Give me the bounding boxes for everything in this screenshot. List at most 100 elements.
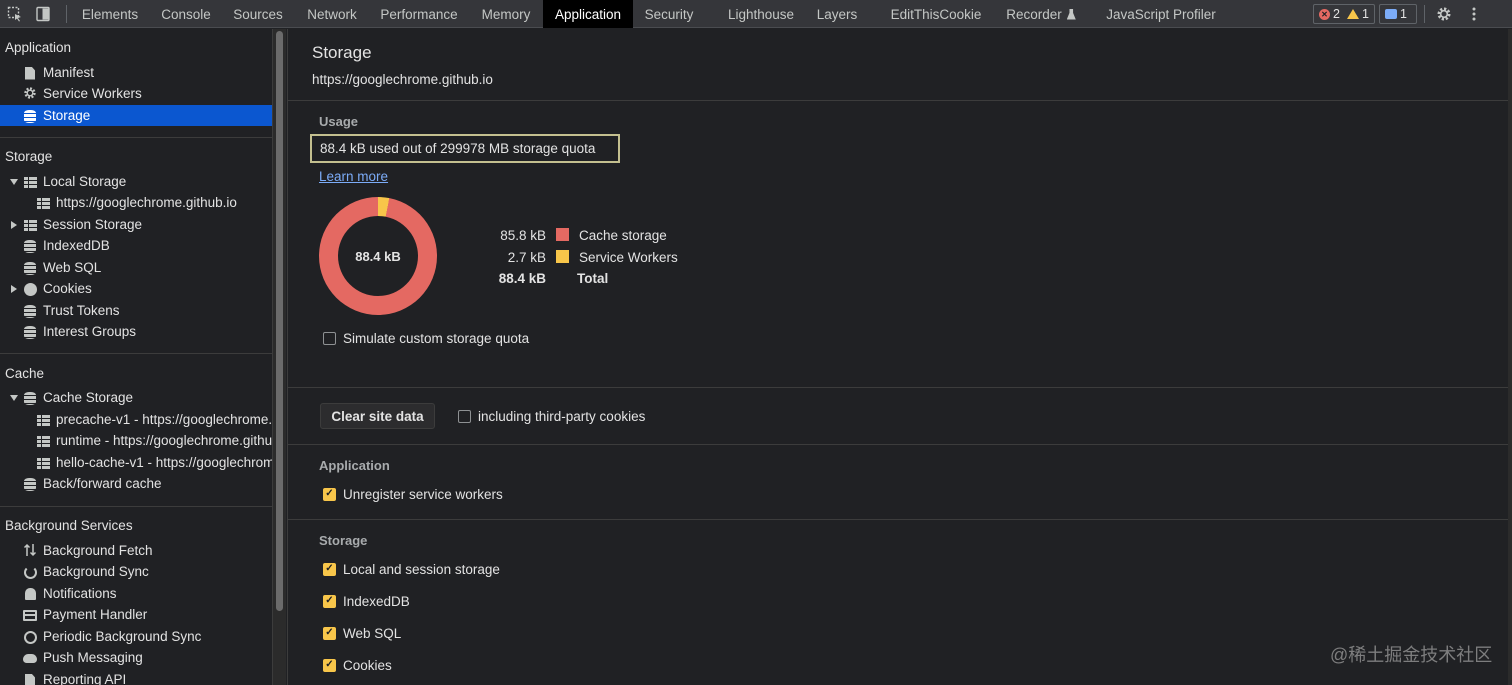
tab-memory[interactable]: Memory: [472, 0, 540, 28]
sidebar-item-label: https://googlechrome.github.io: [56, 195, 237, 210]
up-down-arrows-icon: [23, 543, 37, 557]
main-scrollbar[interactable]: [1508, 29, 1512, 685]
expand-arrow-icon[interactable]: [10, 179, 18, 185]
legend-value-cache-storage: 85.8 kB: [500, 228, 546, 243]
sidebar-item-label: Storage: [43, 108, 91, 123]
sidebar-item-background-fetch[interactable]: Background Fetch: [0, 540, 272, 561]
sidebar-item-cache-precache[interactable]: precache-v1 - https://googlechrome.g: [0, 409, 272, 430]
sidebar-item-cache-runtime[interactable]: runtime - https://googlechrome.githut: [0, 430, 272, 451]
sidebar-divider: [0, 137, 272, 138]
bell-icon: [23, 587, 37, 601]
watermark: @稀土掘金技术社区: [1330, 645, 1493, 665]
web-sql-row[interactable]: ✓ Web SQL: [323, 624, 401, 642]
sidebar-item-indexeddb[interactable]: IndexedDB: [0, 235, 272, 256]
web-sql-checkbox[interactable]: ✓: [323, 626, 336, 640]
collapse-arrow-icon[interactable]: [11, 285, 17, 293]
local-session-storage-row[interactable]: ✓ Local and session storage: [323, 560, 500, 578]
error-count: 2: [1333, 7, 1340, 21]
sidebar-item-label: Reporting API: [43, 672, 127, 685]
sidebar-item-push-messaging[interactable]: Push Messaging: [0, 647, 272, 668]
sidebar-item-label: Trust Tokens: [43, 303, 120, 318]
sidebar-item-payment-handler[interactable]: Payment Handler: [0, 604, 272, 625]
learn-more-link[interactable]: Learn more: [319, 169, 388, 184]
tab-recorder[interactable]: Recorder: [1000, 0, 1082, 28]
sidebar-item-local-storage-origin[interactable]: https://googlechrome.github.io: [0, 192, 272, 213]
unregister-sw-label: Unregister service workers: [343, 486, 503, 502]
tab-javascript-profiler[interactable]: JavaScript Profiler: [1100, 0, 1222, 28]
cookies-row[interactable]: ✓ Cookies: [323, 656, 392, 674]
tab-application[interactable]: Application: [543, 0, 633, 28]
legend-name-service-workers: Service Workers: [579, 250, 678, 265]
sidebar-item-label: Background Fetch: [43, 543, 153, 558]
tab-recorder-label: Recorder: [1006, 6, 1062, 22]
usage-summary: 88.4 kB used out of 299978 MB storage qu…: [310, 134, 620, 163]
page-title: Storage: [312, 43, 372, 62]
sidebar-item-label: Push Messaging: [43, 650, 143, 665]
sidebar-scrollbar[interactable]: [272, 29, 286, 685]
web-sql-label: Web SQL: [343, 625, 402, 641]
table-grid-icon: [36, 434, 50, 448]
expand-arrow-icon[interactable]: [10, 395, 18, 401]
sidebar-item-label: Background Sync: [43, 564, 149, 579]
sidebar-item-label: Notifications: [43, 586, 117, 601]
simulate-quota-checkbox[interactable]: [323, 331, 336, 345]
third-party-cookies-row[interactable]: including third-party cookies: [458, 407, 645, 425]
tab-editthiscookie[interactable]: EditThisCookie: [885, 0, 987, 28]
tab-security[interactable]: Security: [636, 0, 702, 28]
devtools-tab-bar: Elements Console Sources Network Perform…: [0, 0, 1512, 28]
messages-badge[interactable]: 1: [1379, 4, 1417, 24]
sidebar-item-label: runtime - https://googlechrome.githut: [56, 433, 272, 448]
collapse-arrow-icon[interactable]: [11, 221, 17, 229]
sidebar-item-cookies[interactable]: Cookies: [0, 278, 272, 299]
sidebar-item-session-storage[interactable]: Session Storage: [0, 214, 272, 235]
tab-sources[interactable]: Sources: [224, 0, 292, 28]
indexeddb-checkbox[interactable]: ✓: [323, 594, 336, 608]
error-warning-badge[interactable]: ✕ 2 1: [1313, 4, 1375, 24]
sidebar-item-reporting-api[interactable]: Reporting API: [0, 669, 272, 685]
tab-lighthouse[interactable]: Lighthouse: [720, 0, 802, 28]
sidebar-item-label: IndexedDB: [43, 238, 110, 253]
tab-network[interactable]: Network: [297, 0, 367, 28]
settings-gear-icon[interactable]: [1434, 4, 1454, 24]
clear-site-data-button[interactable]: Clear site data: [320, 403, 435, 429]
sidebar-item-background-sync[interactable]: Background Sync: [0, 561, 272, 582]
third-party-cookies-checkbox[interactable]: [458, 409, 471, 423]
scrollbar-thumb[interactable]: [276, 31, 283, 611]
indexeddb-row[interactable]: ✓ IndexedDB: [323, 592, 410, 610]
sidebar-item-periodic-background-sync[interactable]: Periodic Background Sync: [0, 626, 272, 647]
device-toolbar-icon[interactable]: [33, 4, 53, 24]
legend-value-service-workers: 2.7 kB: [507, 250, 546, 265]
sidebar-item-trust-tokens[interactable]: Trust Tokens: [0, 300, 272, 321]
simulate-quota-row[interactable]: Simulate custom storage quota: [323, 329, 529, 347]
sidebar-item-service-workers[interactable]: Service Workers: [0, 83, 272, 104]
sidebar-item-back-forward-cache[interactable]: Back/forward cache: [0, 473, 272, 494]
unregister-sw-row[interactable]: ✓ Unregister service workers: [323, 485, 503, 503]
sidebar-item-local-storage[interactable]: Local Storage: [0, 171, 272, 192]
cloud-icon: [23, 651, 37, 665]
sidebar-item-cache-hello[interactable]: hello-cache-v1 - https://googlechrom: [0, 452, 272, 473]
sidebar-item-label: Local Storage: [43, 174, 127, 189]
sidebar-item-cache-storage[interactable]: Cache Storage: [0, 387, 272, 408]
inspect-element-icon[interactable]: [5, 4, 25, 24]
cookies-checkbox[interactable]: ✓: [323, 658, 336, 672]
local-session-storage-checkbox[interactable]: ✓: [323, 562, 336, 576]
tab-elements[interactable]: Elements: [72, 0, 148, 28]
sidebar-item-storage[interactable]: Storage: [0, 105, 272, 126]
sidebar-item-label: Payment Handler: [43, 607, 148, 622]
message-count: 1: [1400, 7, 1407, 21]
sidebar-item-web-sql[interactable]: Web SQL: [0, 257, 272, 278]
section-divider: [288, 444, 1509, 445]
unregister-sw-checkbox[interactable]: ✓: [323, 487, 336, 501]
sidebar-item-manifest[interactable]: Manifest: [0, 62, 272, 83]
database-icon: [23, 477, 37, 491]
application-heading: Application: [319, 458, 390, 473]
sidebar-item-interest-groups[interactable]: Interest Groups: [0, 321, 272, 342]
table-grid-icon: [36, 196, 50, 210]
tab-console[interactable]: Console: [150, 0, 222, 28]
tab-layers[interactable]: Layers: [810, 0, 864, 28]
database-icon: [23, 304, 37, 318]
sidebar-item-notifications[interactable]: Notifications: [0, 583, 272, 604]
more-options-icon[interactable]: [1464, 4, 1484, 24]
tab-performance[interactable]: Performance: [372, 0, 466, 28]
credit-card-icon: [23, 608, 37, 622]
